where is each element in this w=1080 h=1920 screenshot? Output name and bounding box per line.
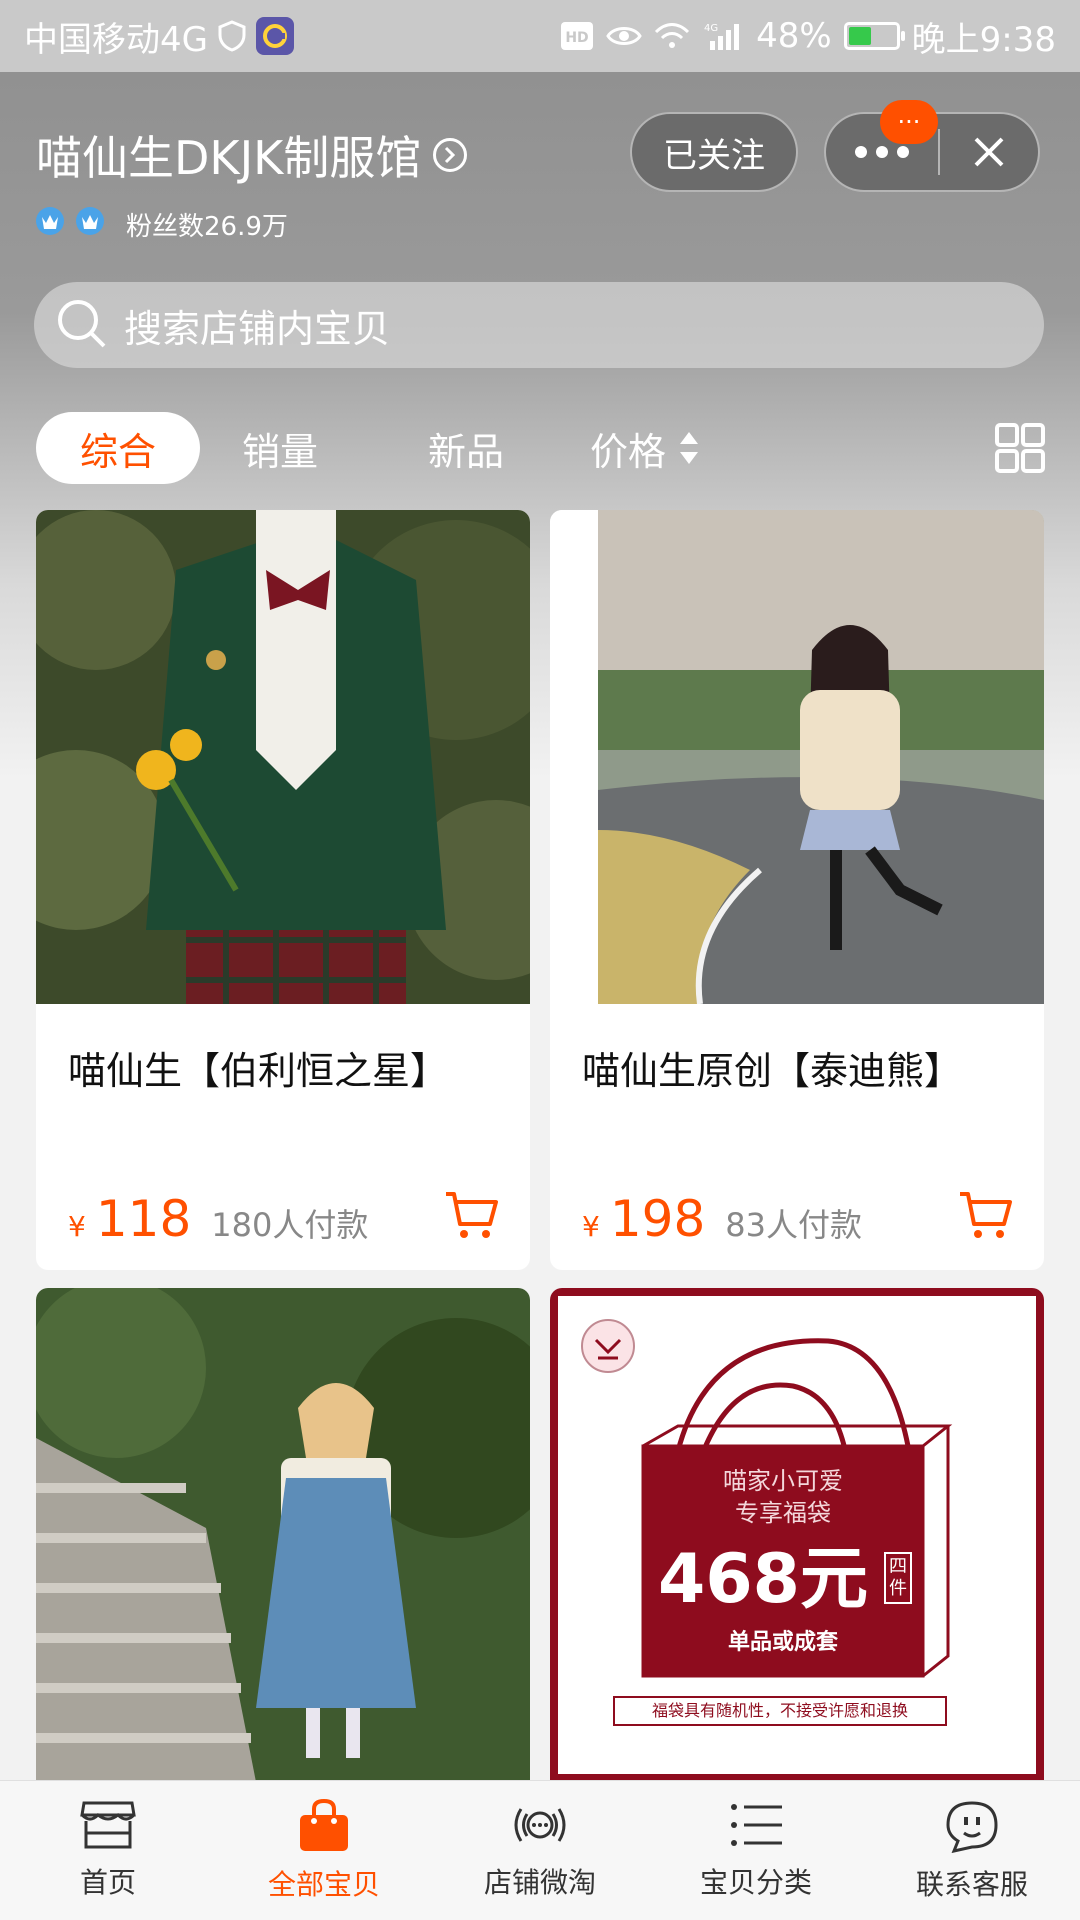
wifi-icon xyxy=(654,22,690,50)
svg-text:HD: HD xyxy=(565,30,588,46)
tab-sales[interactable]: 销量 xyxy=(242,412,318,484)
add-to-cart-button[interactable] xyxy=(444,1190,500,1246)
nav-label: 宝贝分类 xyxy=(699,1866,812,1899)
product-image[interactable]: 喵家小可爱 专享福袋 468元 四件 单品或成套 福袋具有随机性，不接受许愿和退… xyxy=(550,1288,1044,1782)
product-card[interactable]: 喵仙生【伯利恒之星】 ¥ 118 180人付款 xyxy=(36,510,530,1270)
clock: 晚上9:38 xyxy=(911,19,1056,60)
broadcast-icon xyxy=(514,1808,566,1842)
currency-symbol: ¥ xyxy=(582,1210,600,1243)
banner-notice: 福袋具有随机性，不接受许愿和退换 xyxy=(613,1696,947,1726)
tab-new[interactable]: 新品 xyxy=(428,412,504,484)
banner-canvas: 喵家小可爱 专享福袋 468元 四件 单品或成套 福袋具有随机性，不接受许愿和退… xyxy=(558,1296,1036,1774)
shop-header[interactable]: 喵仙生DKJK制服馆 xyxy=(36,122,468,188)
product-title[interactable]: 喵仙生【伯利恒之星】 xyxy=(68,1040,448,1095)
followed-button[interactable]: 已关注 xyxy=(630,112,798,192)
hd-icon: HD xyxy=(560,21,594,51)
cart-icon xyxy=(960,1192,1012,1238)
shield-icon xyxy=(218,20,246,52)
battery-icon xyxy=(843,22,905,50)
nav-item-customer-service[interactable]: 联系客服 xyxy=(864,1781,1080,1920)
fans-count: 粉丝数26.9万 xyxy=(126,212,288,242)
sort-arrows-icon xyxy=(678,428,700,468)
crown-icon xyxy=(34,205,66,244)
product-card[interactable]: 喵仙生原创【泰迪熊】 ¥ 198 83人付款 xyxy=(550,510,1044,1270)
cart-icon xyxy=(446,1192,498,1238)
nav-label: 联系客服 xyxy=(915,1868,1028,1901)
bottom-nav: 首页 全部宝贝 店铺微淘 宝贝分类 联系客服 xyxy=(0,1780,1080,1920)
tab-overall[interactable]: 综合 xyxy=(36,412,200,484)
nav-item-categories[interactable]: 宝贝分类 xyxy=(648,1781,864,1920)
nav-item-all-items[interactable]: 全部宝贝 xyxy=(216,1781,432,1920)
payment-count: 83人付款 xyxy=(725,1206,862,1244)
close-icon xyxy=(974,137,1004,167)
list-icon xyxy=(731,1804,782,1846)
product-image[interactable] xyxy=(36,1288,530,1782)
price-row: ¥ 198 83人付款 xyxy=(582,1190,862,1248)
crown-icon xyxy=(74,205,106,244)
layout-toggle-icon[interactable] xyxy=(994,422,1046,478)
close-button[interactable] xyxy=(940,114,1038,190)
currency-symbol: ¥ xyxy=(68,1210,86,1243)
nav-label: 首页 xyxy=(79,1866,136,1899)
banner-tag: 四件 xyxy=(884,1552,912,1604)
product-image[interactable] xyxy=(550,510,1044,1004)
banner-amount: 468元 xyxy=(658,1540,868,1619)
add-to-cart-button[interactable] xyxy=(958,1190,1014,1246)
store-icon xyxy=(80,1801,136,1849)
tab-price[interactable]: 价格 xyxy=(590,412,700,484)
banner-line-3: 单品或成套 xyxy=(727,1630,838,1655)
battery-percent: 48% xyxy=(756,16,832,56)
payment-count: 180人付款 xyxy=(211,1206,369,1244)
price-row: ¥ 118 180人付款 xyxy=(68,1190,368,1248)
svg-text:4G: 4G xyxy=(704,23,718,34)
more-icon xyxy=(855,146,909,158)
search-icon xyxy=(54,296,108,354)
nav-label: 店铺微淘 xyxy=(483,1866,596,1899)
carrier-label: 中国移动4G xyxy=(24,19,208,60)
eye-icon xyxy=(606,23,642,49)
tab-price-label: 价格 xyxy=(590,429,667,474)
signal-4g-icon: 4G xyxy=(702,21,744,51)
product-price: 118 xyxy=(95,1190,192,1248)
nav-item-home[interactable]: 首页 xyxy=(0,1781,216,1920)
banner-line-2: 专享福袋 xyxy=(735,1499,831,1527)
sort-tabs: 综合 销量 新品 价格 xyxy=(36,412,1046,484)
search-input[interactable]: 搜索店铺内宝贝 xyxy=(34,282,1044,368)
message-badge[interactable]: ··· xyxy=(880,100,938,144)
status-bar: 中国移动4G HD 4G 48% 晚上9:38 xyxy=(0,0,1080,72)
chat-icon xyxy=(946,1801,998,1853)
shopping-bag-icon xyxy=(300,1799,348,1851)
banner-line-1: 喵家小可爱 xyxy=(723,1467,843,1495)
product-price: 198 xyxy=(609,1190,706,1248)
shop-name[interactable]: 喵仙生DKJK制服馆 xyxy=(36,122,421,188)
nav-label: 全部宝贝 xyxy=(267,1868,380,1901)
app-icon xyxy=(255,17,294,55)
product-title[interactable]: 喵仙生原创【泰迪熊】 xyxy=(582,1040,962,1095)
search-placeholder: 搜索店铺内宝贝 xyxy=(124,306,391,351)
nav-item-weitao[interactable]: 店铺微淘 xyxy=(432,1781,648,1920)
chevron-right-icon[interactable] xyxy=(433,138,468,172)
product-image[interactable] xyxy=(36,510,530,1004)
shop-meta: 粉丝数26.9万 xyxy=(34,205,288,244)
